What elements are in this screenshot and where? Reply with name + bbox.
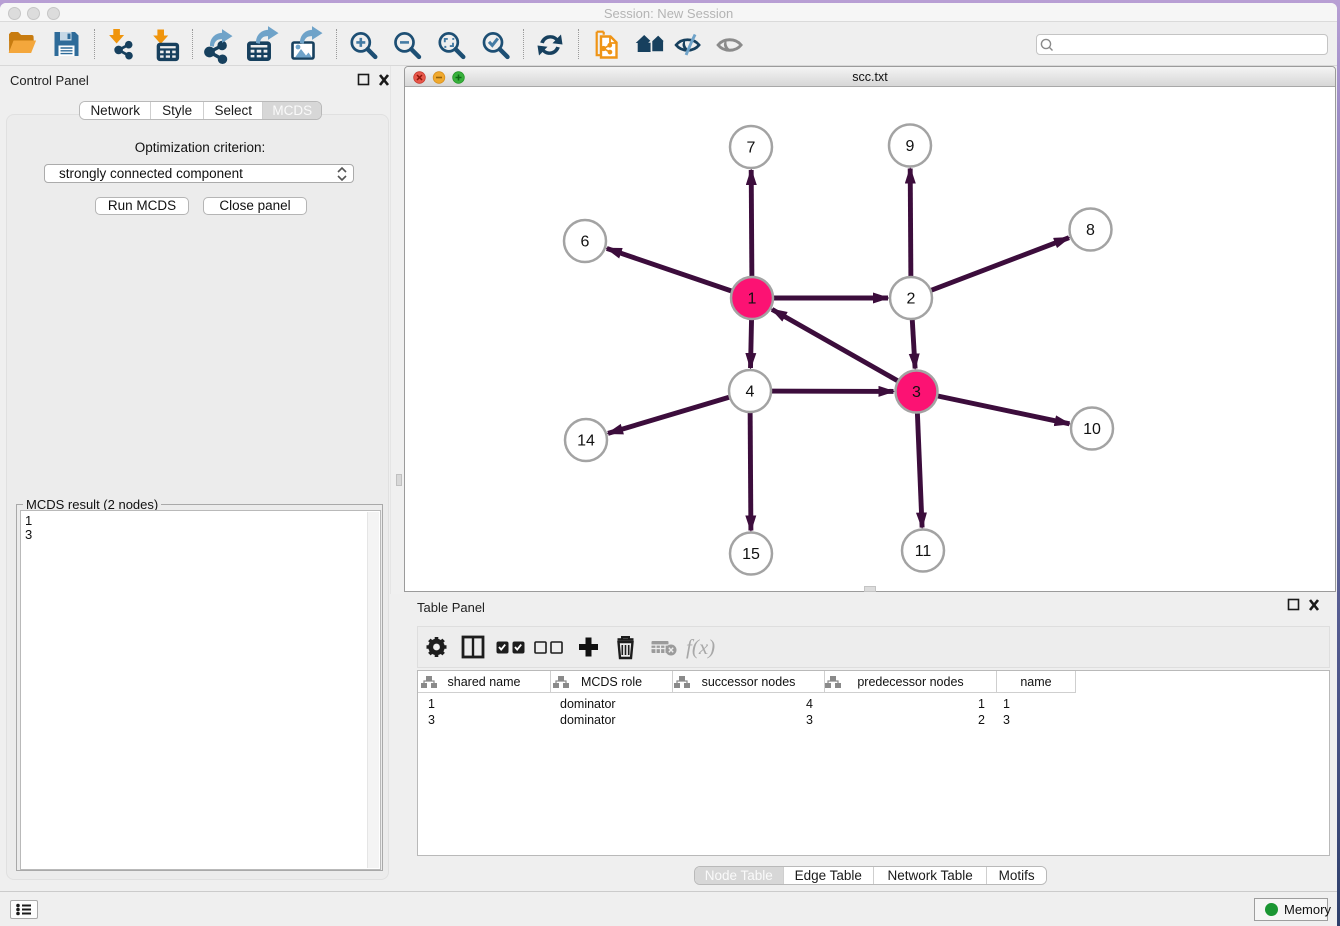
svg-text:2: 2: [907, 291, 916, 308]
svg-text:f(x): f(x): [686, 635, 715, 659]
svg-text:8: 8: [1086, 222, 1095, 239]
svg-text:7: 7: [747, 140, 756, 157]
svg-text:15: 15: [742, 546, 760, 563]
svg-text:1: 1: [748, 291, 757, 308]
svg-text:4: 4: [746, 384, 755, 401]
svg-text:10: 10: [1083, 421, 1101, 438]
svg-text:9: 9: [906, 138, 915, 155]
svg-text:14: 14: [577, 433, 595, 450]
svg-text:6: 6: [581, 234, 590, 251]
svg-text:11: 11: [915, 543, 932, 560]
svg-text:3: 3: [912, 384, 921, 401]
